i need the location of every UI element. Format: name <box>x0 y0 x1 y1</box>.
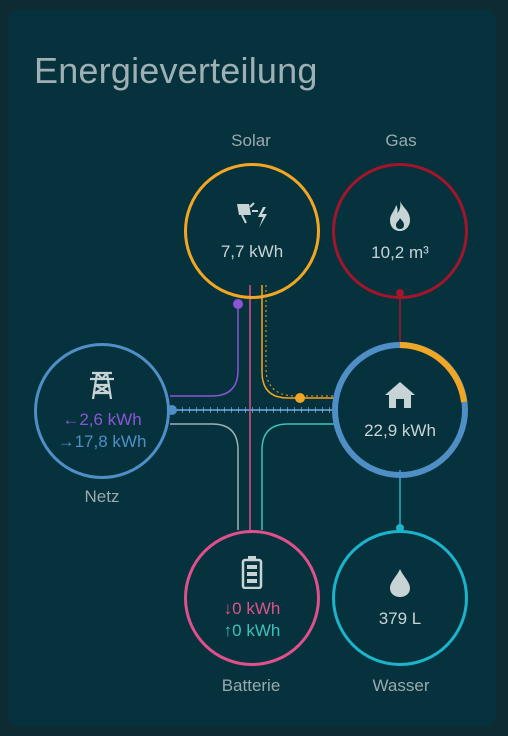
flow-solar-to-grid <box>170 304 239 397</box>
gas-label: Gas <box>385 131 417 150</box>
flow-solar-to-home <box>261 285 335 399</box>
grid-import-value: ←2,6 kWh <box>62 409 142 429</box>
solar-value: 7,7 kWh <box>220 241 284 261</box>
gas-value: 10,2 m³ <box>371 242 429 262</box>
battery-node[interactable]: ↓0 kWh ↑0 kWh <box>184 530 320 666</box>
grid-node[interactable]: ←2,6 kWh →17,8 kWh <box>34 343 170 479</box>
home-node[interactable]: 22,9 kWh <box>332 342 468 478</box>
solar-label: Solar <box>231 131 271 150</box>
flow-battery-to-home <box>261 423 335 530</box>
water-value: 379 L <box>378 608 422 628</box>
flow-dot-orange <box>295 393 305 403</box>
home-icon <box>383 380 417 415</box>
water-node[interactable]: 379 L <box>332 530 468 666</box>
solar-power-icon <box>234 201 270 236</box>
flow-grid-to-battery <box>170 423 239 530</box>
transmission-tower-icon <box>88 370 116 405</box>
gas-node[interactable]: 10,2 m³ <box>332 163 468 299</box>
battery-discharge-value: ↑0 kWh <box>223 620 281 640</box>
grid-label: Netz <box>84 487 120 506</box>
battery-label: Batterie <box>221 676 281 695</box>
solar-node[interactable]: 7,7 kWh <box>184 163 320 299</box>
fire-icon <box>386 200 414 237</box>
flow-dot-purple <box>233 299 243 309</box>
battery-charge-value: ↓0 kWh <box>223 598 281 618</box>
battery-icon <box>241 555 263 594</box>
home-value: 22,9 kWh <box>364 420 436 440</box>
water-label: Wasser <box>372 676 430 695</box>
grid-export-value: →17,8 kWh <box>57 431 147 451</box>
water-drop-icon <box>389 568 411 603</box>
flow-solar-to-home-2 <box>265 285 335 397</box>
